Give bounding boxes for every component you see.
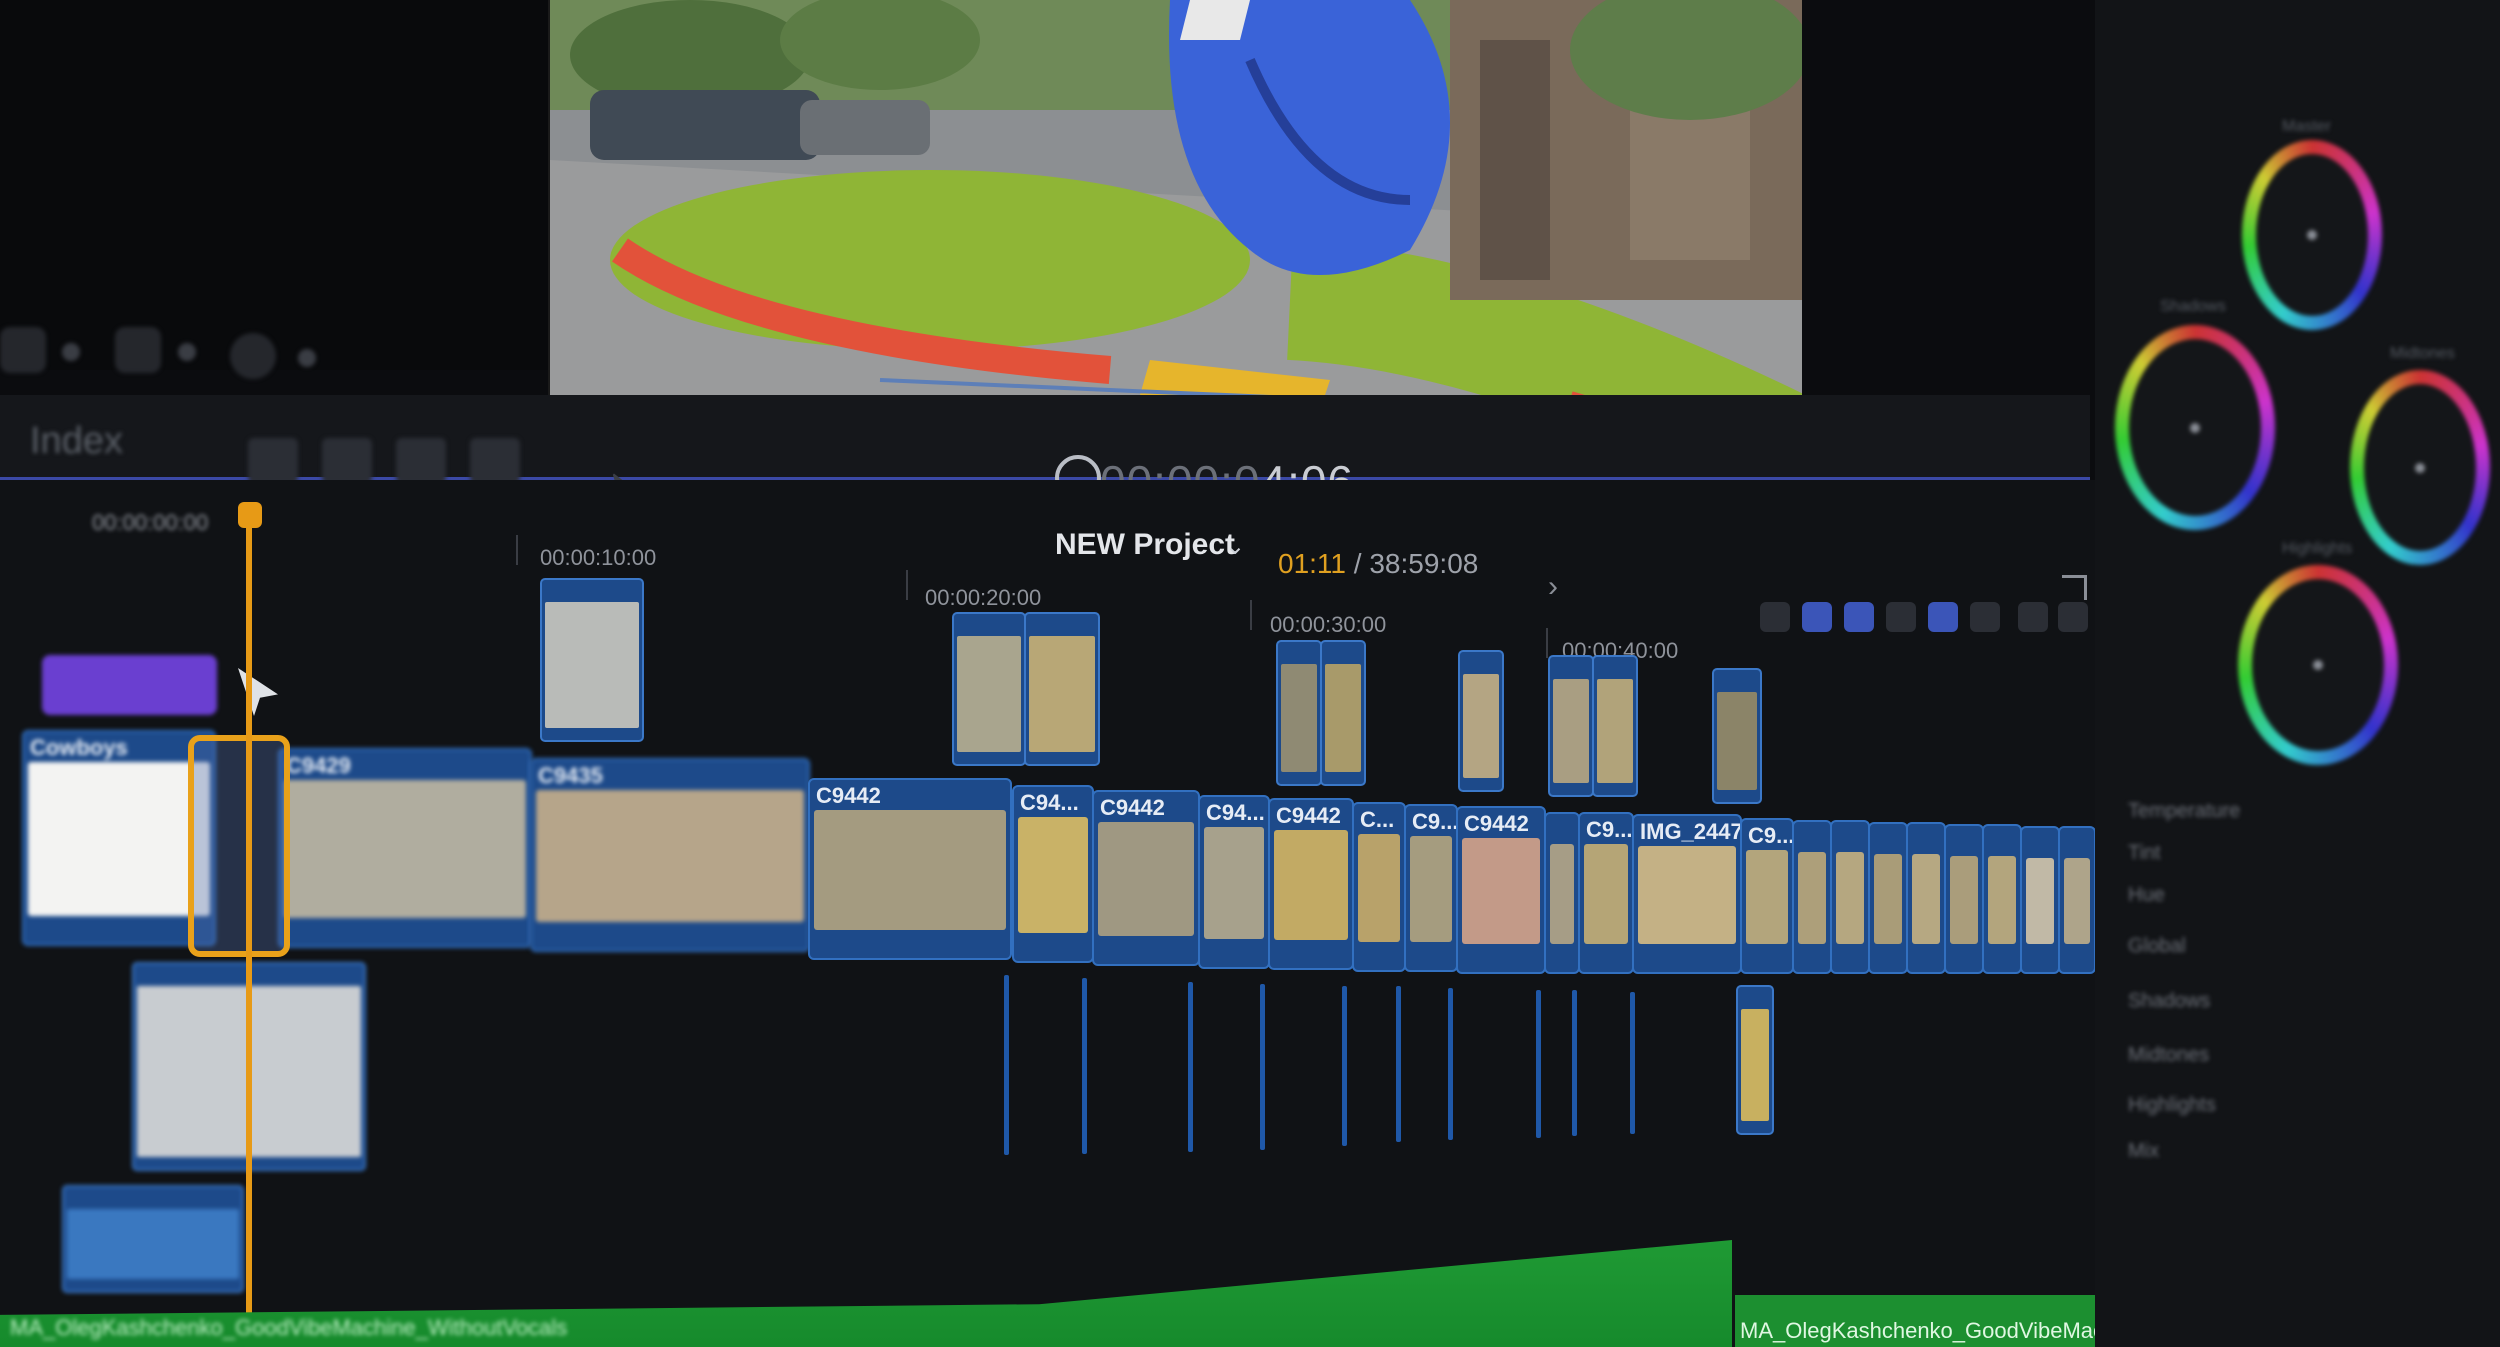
- selected-clip[interactable]: [188, 735, 290, 957]
- connect-clip-icon[interactable]: [248, 438, 298, 484]
- forward-arrow-icon[interactable]: ›: [1548, 570, 1558, 604]
- wand-icon[interactable]: [115, 327, 161, 373]
- prop-label: Shadows: [2128, 990, 2211, 1012]
- connected-clip[interactable]: [1592, 655, 1638, 797]
- prop-label: Hue: [2128, 884, 2165, 906]
- timeline-clip[interactable]: C9435: [530, 758, 810, 952]
- wheel-label: Highlights: [2282, 540, 2353, 557]
- ruler-mark: 00:00:00:00: [92, 510, 209, 535]
- clip-appearance-icon[interactable]: [1760, 602, 1790, 632]
- audio-stem: [1082, 978, 1087, 1154]
- title-clip[interactable]: [42, 655, 217, 715]
- append-clip-icon[interactable]: [396, 438, 446, 484]
- audio-stem: [1342, 986, 1347, 1146]
- speed-icon[interactable]: [230, 333, 276, 379]
- audio-stem: [1188, 982, 1193, 1152]
- connected-clip[interactable]: [1548, 655, 1594, 797]
- timeline-clip[interactable]: [2020, 826, 2060, 974]
- prop-label: Midtones: [2128, 1044, 2210, 1066]
- timeline-clip[interactable]: C...: [1352, 802, 1406, 972]
- ruler-tick: [906, 570, 908, 600]
- chevron-down-icon[interactable]: [62, 343, 80, 361]
- connected-clip[interactable]: [1024, 612, 1100, 766]
- timeline-clip[interactable]: C9...: [1404, 804, 1458, 972]
- overwrite-clip-icon[interactable]: [470, 438, 520, 484]
- prop-label: Tint: [2128, 842, 2161, 864]
- timeline-clip[interactable]: C9442: [808, 778, 1012, 960]
- timeline-clip[interactable]: C94...: [1012, 785, 1094, 963]
- connected-clip[interactable]: [62, 1185, 244, 1293]
- timeline-clip[interactable]: [1868, 822, 1908, 974]
- timeline-clip[interactable]: C9...: [1740, 818, 1794, 974]
- connected-clip[interactable]: [1712, 668, 1762, 804]
- connected-clip[interactable]: [1736, 985, 1774, 1135]
- timeline-clip[interactable]: C9442: [1456, 806, 1546, 974]
- solo-icon[interactable]: [1928, 602, 1958, 632]
- chevron-down-icon[interactable]: [178, 343, 196, 361]
- prop-label: Highlights: [2128, 1094, 2216, 1116]
- transitions-icon[interactable]: [2058, 602, 2088, 632]
- audio-stem: [1260, 984, 1265, 1150]
- ruler-tick: [1546, 628, 1548, 658]
- timeline-clip[interactable]: C9442: [1092, 790, 1200, 966]
- music-track-label: MA_OlegKashchenko_GoodVibeMachine_Withou…: [10, 1315, 568, 1340]
- effects-icon[interactable]: [2018, 602, 2048, 632]
- timeline-clip[interactable]: [1830, 820, 1870, 974]
- prop-label: Temperature: [2128, 800, 2241, 822]
- index-button[interactable]: Index: [30, 420, 123, 463]
- color-wheel[interactable]: [2242, 140, 2382, 330]
- ruler-mark: 00:00:10:00: [540, 545, 657, 570]
- timeline-clip[interactable]: [1944, 824, 1984, 974]
- skimming-icon[interactable]: [1802, 602, 1832, 632]
- chevron-down-icon[interactable]: [298, 349, 316, 367]
- timeline-clip[interactable]: IMG_2447: [1632, 814, 1742, 974]
- playhead[interactable]: [246, 510, 252, 1347]
- connected-clip[interactable]: [540, 578, 644, 742]
- chevron-down-icon[interactable]: ⌄: [1225, 532, 1245, 561]
- audio-stem: [1396, 986, 1401, 1142]
- toolbar: [0, 315, 350, 405]
- connected-clip[interactable]: [1320, 640, 1366, 786]
- insert-clip-icon[interactable]: [322, 438, 372, 484]
- wheel-label: Midtones: [2390, 345, 2455, 362]
- timeline-clip[interactable]: [2058, 826, 2096, 974]
- timeline-clip[interactable]: C9429: [278, 748, 532, 948]
- audio-stem: [1536, 990, 1541, 1138]
- timeline-clip[interactable]: Cowboys: [22, 730, 216, 946]
- audio-stem: [1448, 988, 1453, 1140]
- timeline-clip[interactable]: [1906, 822, 1946, 974]
- playhead-handle[interactable]: [238, 502, 262, 528]
- ruler-mark: 00:00:30:00: [1270, 612, 1387, 637]
- timeline-clip[interactable]: [1544, 812, 1580, 974]
- connected-clip[interactable]: [1458, 650, 1504, 792]
- timeline-clip[interactable]: [1792, 820, 1832, 974]
- audio-stem: [1630, 992, 1635, 1134]
- project-duration: 01:11 / 38:59:08: [1278, 548, 1479, 579]
- ruler-tick: [516, 535, 518, 565]
- wheel-label: Shadows: [2160, 298, 2226, 315]
- zoom-icon[interactable]: [1970, 602, 2000, 632]
- import-icon[interactable]: [0, 327, 46, 373]
- timeline-header: [0, 395, 2090, 480]
- timeline-clip[interactable]: C9442: [1268, 798, 1354, 970]
- prop-label: Mix: [2128, 1140, 2160, 1162]
- connected-clip[interactable]: [952, 612, 1026, 766]
- ruler-tick: [1250, 600, 1252, 630]
- connected-clip[interactable]: [1276, 640, 1322, 786]
- ruler-mark: 00:00:20:00: [925, 585, 1042, 610]
- snapping-icon[interactable]: [1844, 602, 1874, 632]
- project-name[interactable]: NEW Project: [1055, 528, 1235, 562]
- headphones-icon[interactable]: [1886, 602, 1916, 632]
- timeline-clip[interactable]: [1982, 824, 2022, 974]
- color-wheel[interactable]: [2238, 565, 2398, 765]
- wheel-label: Master: [2282, 118, 2331, 135]
- audio-stem: [1004, 975, 1009, 1155]
- audio-stem: [1572, 990, 1577, 1136]
- timeline-clip[interactable]: C94...: [1198, 795, 1270, 969]
- fullscreen-icon[interactable]: [2062, 575, 2087, 600]
- prop-label: Global: [2128, 935, 2186, 957]
- color-wheel[interactable]: [2115, 325, 2275, 530]
- color-wheel[interactable]: [2350, 370, 2490, 565]
- timeline-clip[interactable]: C9...: [1578, 812, 1634, 974]
